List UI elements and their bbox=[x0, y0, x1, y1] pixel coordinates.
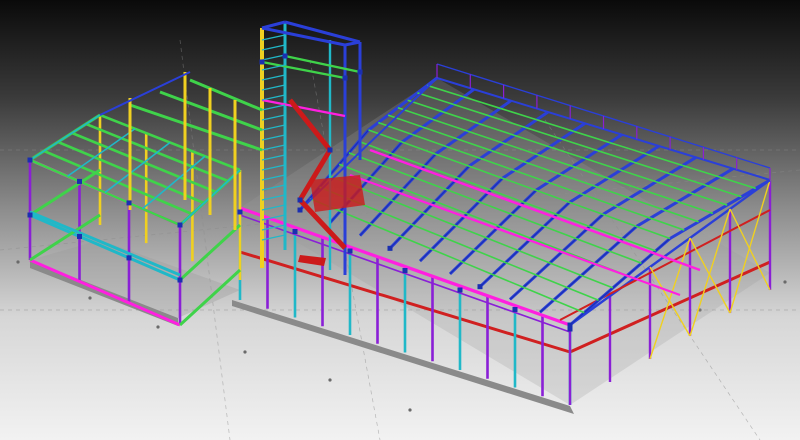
ladder-rung bbox=[261, 134, 286, 141]
connection-node bbox=[357, 69, 363, 75]
floor-slabs bbox=[30, 78, 770, 414]
connection-node bbox=[387, 245, 393, 251]
connection-node bbox=[126, 200, 132, 206]
connection-node bbox=[27, 157, 33, 163]
steel-structure-model[interactable] bbox=[0, 0, 800, 440]
tower-beam bbox=[261, 20, 286, 30]
link-beam bbox=[189, 78, 263, 112]
roof-purlin bbox=[682, 164, 720, 178]
tower-beam bbox=[344, 40, 361, 47]
connection-node bbox=[77, 233, 82, 239]
connection-node bbox=[297, 207, 303, 213]
ladder-rung bbox=[261, 104, 286, 111]
connection-node bbox=[259, 59, 265, 65]
roof-purlin bbox=[655, 181, 692, 195]
roof-purlin bbox=[691, 192, 728, 206]
roof-purlin bbox=[609, 141, 647, 155]
ladder-rung bbox=[261, 44, 286, 51]
roof-purlin bbox=[705, 184, 742, 198]
roof-purlin bbox=[642, 189, 679, 203]
connection-node bbox=[512, 307, 518, 312]
roof-purlin bbox=[572, 130, 610, 144]
office-beam bbox=[178, 223, 242, 282]
ladder-rung bbox=[261, 234, 286, 241]
link-beam bbox=[129, 103, 263, 152]
ladder-rung bbox=[261, 54, 286, 61]
roof-purlin bbox=[597, 149, 634, 163]
tower-beam bbox=[261, 26, 346, 47]
connection-node bbox=[567, 322, 573, 328]
roof-purlin bbox=[718, 176, 756, 190]
connection-node bbox=[402, 268, 408, 273]
roof-purlin bbox=[499, 107, 537, 121]
connection-node bbox=[327, 147, 333, 153]
ladder-rung bbox=[261, 74, 286, 81]
ladder-rung bbox=[261, 114, 286, 121]
tower-beam bbox=[261, 60, 346, 80]
ladder-rung bbox=[261, 64, 286, 71]
connection-node bbox=[347, 248, 353, 254]
3d-model-viewport[interactable] bbox=[0, 0, 800, 440]
ladder-rung bbox=[261, 174, 286, 181]
roof-purlin bbox=[677, 200, 714, 215]
ladder-rung bbox=[261, 144, 286, 151]
connection-node bbox=[126, 255, 132, 261]
roof-purlin bbox=[645, 153, 683, 167]
roof-purlin bbox=[620, 169, 657, 183]
connection-node bbox=[177, 222, 183, 228]
ladder-rung bbox=[261, 124, 286, 131]
roof-purlin bbox=[633, 161, 670, 175]
stair-flight bbox=[288, 98, 332, 152]
office-roof-beam bbox=[29, 114, 101, 161]
connection-node bbox=[292, 229, 298, 234]
connection-node bbox=[342, 75, 348, 81]
connection-node bbox=[177, 277, 183, 283]
connection-node bbox=[27, 212, 33, 218]
connection-node bbox=[77, 178, 82, 184]
connection-node bbox=[297, 197, 303, 203]
ladder-rung bbox=[261, 84, 286, 91]
roof-purlin bbox=[561, 138, 598, 152]
connection-node bbox=[237, 209, 243, 215]
ladder-rung bbox=[261, 164, 286, 171]
ladder-rung bbox=[261, 94, 286, 101]
connection-node bbox=[282, 53, 288, 59]
ladder-rung bbox=[261, 34, 286, 41]
ladder-rung bbox=[261, 154, 286, 161]
roof-purlin bbox=[536, 118, 574, 132]
connection-node bbox=[477, 284, 483, 290]
connection-node bbox=[457, 287, 463, 293]
roof-purlin bbox=[669, 172, 706, 186]
